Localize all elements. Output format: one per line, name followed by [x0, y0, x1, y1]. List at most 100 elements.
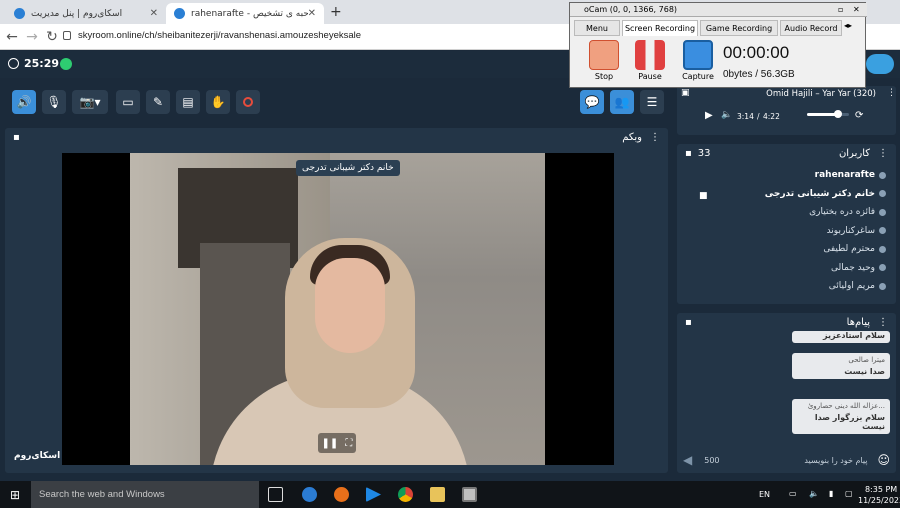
ocam-taskbar-icon[interactable] — [462, 487, 477, 502]
user-row[interactable]: rahenarafte — [677, 166, 896, 185]
panel-options-icon[interactable]: ⋮ — [878, 148, 888, 159]
panel-options-icon[interactable]: ⋮ — [887, 88, 896, 98]
tab-admin-panel[interactable]: اسکای‌روم | پنل مدیریت ✕ — [6, 3, 166, 24]
emoji-icon[interactable]: ☺ — [877, 453, 890, 467]
files-button[interactable]: ▤ — [176, 90, 200, 114]
stop-icon — [589, 40, 619, 70]
media-player-icon[interactable] — [366, 487, 381, 502]
taskbar-clock[interactable]: 8:35 PM 11/25/2023 — [858, 484, 900, 506]
battery-icon[interactable]: ▮ — [829, 489, 833, 498]
send-icon[interactable]: ◀ — [683, 453, 692, 467]
windows-start-icon[interactable]: ⊞ — [10, 488, 20, 502]
windows-taskbar: ⊞ Search the web and Windows EN ▭ 🔈 ▮ ▢ … — [0, 481, 900, 508]
edge-icon[interactable] — [302, 487, 317, 502]
reload-icon[interactable]: ↻ — [44, 29, 60, 45]
menu-button[interactable]: ☰ — [640, 90, 664, 114]
record-button[interactable] — [236, 90, 260, 114]
firefox-icon[interactable] — [334, 487, 349, 502]
message-input[interactable]: پیام خود را بنویسید — [804, 456, 867, 465]
tab-audio-record[interactable]: Audio Record — [780, 20, 842, 36]
session-timer: 25:29 — [8, 57, 59, 70]
user-icon — [879, 264, 886, 272]
users-toggle-button[interactable]: 👥 — [610, 90, 634, 114]
music-panel: Omid Hajili – Yar Yar (320) ▣ ⋮ ▶ 🔈 3:14… — [677, 86, 896, 135]
user-row[interactable]: وحید جمالی — [677, 259, 896, 278]
file-explorer-icon[interactable] — [430, 487, 445, 502]
speaker-button[interactable]: 🔊 — [12, 90, 36, 114]
back-icon[interactable]: ← — [4, 29, 20, 45]
stop-label: Stop — [594, 72, 614, 81]
lock-icon: ▣ — [681, 88, 690, 98]
language-indicator[interactable]: EN — [759, 490, 770, 499]
taskbar-search[interactable]: Search the web and Windows — [31, 481, 259, 508]
pause-icon — [635, 40, 665, 70]
webcam-title: وبکم — [622, 131, 642, 143]
user-row[interactable]: خانم دکتر شیبانی تدرجی — [677, 185, 896, 204]
pause-button[interactable]: Pause — [628, 40, 672, 86]
whiteboard-button[interactable]: ✎ — [146, 90, 170, 114]
skyroom-logo-icon — [866, 54, 894, 74]
microphone-button[interactable]: 🎙 — [42, 90, 66, 114]
user-name: محترم لطیفی — [823, 244, 875, 255]
message-text: سلام استادعزیز — [823, 331, 885, 340]
clock-icon — [8, 58, 19, 69]
user-name: ساغرکناربوند — [826, 225, 875, 236]
classroom-toolbar: 🔊 🎙 📷▾ ▭ ✎ ▤ ✋ 💬 👥 ☰ — [0, 86, 677, 118]
video-frame — [130, 153, 545, 465]
user-name: مریم اولیائی — [828, 281, 875, 292]
capture-button[interactable]: Capture — [676, 40, 720, 86]
tab-scroll-icon[interactable]: ◂▸ — [844, 21, 852, 30]
volume-icon[interactable]: 🔈 — [721, 110, 732, 120]
close-icon[interactable]: ✕ — [853, 3, 860, 17]
panel-options-icon[interactable]: ⋮ — [650, 132, 660, 143]
ocam-titlebar: oCam (0, 0, 1366, 768) ▫ ✕ — [570, 3, 867, 17]
message-author: میترا صالحی — [848, 356, 885, 364]
timer-value: 25:29 — [24, 57, 60, 70]
tab-title: اسکای‌روم | پنل مدیریت — [31, 8, 123, 19]
camera-button[interactable]: 📷▾ — [72, 90, 108, 114]
clock-date: 11/25/2023 — [858, 496, 900, 505]
stop-button[interactable]: Stop — [582, 40, 626, 86]
minimize-icon[interactable]: ▫ — [838, 3, 843, 17]
user-row[interactable]: فائزه دره بختیاری — [677, 203, 896, 222]
fullscreen-icon[interactable]: ⛶ — [345, 438, 352, 449]
forward-icon[interactable]: → — [24, 29, 40, 45]
tab-classroom[interactable]: rahenarafte - مصاحبه ی تشخیص ✕ — [166, 3, 324, 24]
seek-bar[interactable] — [807, 110, 849, 118]
message-author: عزاله الله دینی حصاروئ... — [807, 402, 885, 410]
user-row[interactable]: ساغرکناربوند — [677, 222, 896, 241]
user-row[interactable]: مریم اولیائی — [677, 277, 896, 296]
volume-icon[interactable]: 🔈 — [809, 489, 819, 498]
network-icon[interactable]: ▭ — [789, 489, 797, 498]
url-field[interactable]: skyroom.online/ch/sheibanitezerji/ravans… — [78, 30, 361, 41]
user-icon — [879, 208, 886, 216]
pause-icon[interactable]: ❚❚ — [322, 438, 339, 449]
user-row[interactable]: محترم لطیفی — [677, 240, 896, 259]
users-count: 33 — [697, 147, 711, 159]
tab-game-recording[interactable]: Game Recording — [700, 20, 778, 36]
notification-icon[interactable]: ▢ — [845, 489, 853, 498]
repeat-icon[interactable]: ⟳ — [855, 110, 863, 121]
chrome-icon[interactable] — [398, 487, 413, 502]
message-text: سلام بزرگوار صدا نیست — [814, 413, 885, 431]
current-time: 3:14 — [737, 112, 754, 121]
chat-toggle-button[interactable]: 💬 — [580, 90, 604, 114]
task-view-icon[interactable] — [268, 487, 283, 502]
panel-options-icon[interactable]: ⋮ — [878, 317, 888, 328]
tab-screen-recording[interactable]: Screen Recording — [622, 20, 698, 36]
tab-menu[interactable]: Menu — [574, 20, 620, 36]
capture-label: Capture — [682, 72, 714, 81]
user-name: خانم دکتر شیبانی تدرجی — [764, 188, 875, 199]
play-icon[interactable]: ▶ — [705, 110, 713, 121]
users-header: ▪ 33 کاربران ⋮ — [677, 144, 896, 162]
user-name: rahenarafte — [814, 170, 875, 181]
new-tab-icon[interactable]: + — [330, 4, 342, 20]
users-icon: ▪ — [685, 147, 692, 159]
chat-message: سلام استادعزیز — [792, 331, 890, 343]
close-tab-icon[interactable]: ✕ — [308, 8, 316, 19]
close-tab-icon[interactable]: ✕ — [150, 8, 158, 19]
monitor-icon — [683, 40, 713, 70]
screen-share-button[interactable]: ▭ — [116, 90, 140, 114]
chat-message: میترا صالحی صدا نیست — [792, 353, 890, 379]
raise-hand-button[interactable]: ✋ — [206, 90, 230, 114]
